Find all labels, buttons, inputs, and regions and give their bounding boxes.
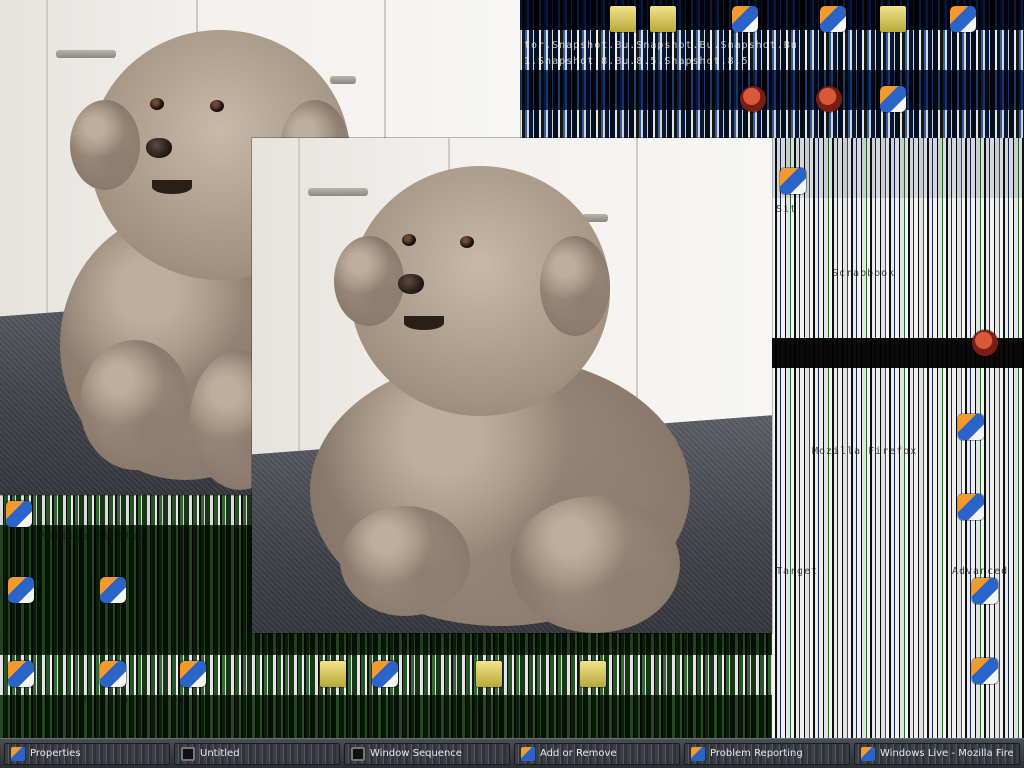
ruby-icon[interactable] [740,86,766,112]
desktop-file-icon[interactable] [320,661,346,687]
taskbar-button-label: Windows Live - Mozilla Firefox [880,748,1013,759]
firefox-icon[interactable] [8,577,34,603]
glitch-text: Scrapbook [832,268,896,279]
glitch-text: Target [776,566,819,577]
ruby-icon[interactable] [816,86,842,112]
taskbar-button-problem-reporting[interactable]: Problem Reporting [684,742,850,765]
desktop-file-icon[interactable] [580,661,606,687]
dog-photo [252,138,772,633]
taskbar-button-label: Untitled [200,748,240,759]
photo-window-front[interactable] [252,138,772,633]
taskbar-button-label: Window Sequence [370,748,462,759]
taskbar: Properties Untitled Window Sequence Add … [0,738,1024,768]
taskbar-button-label: Problem Reporting [710,748,803,759]
taskbar-button-untitled[interactable]: Untitled [174,742,340,765]
dog-figure [310,146,710,633]
firefox-icon[interactable] [100,577,126,603]
desktop-file-icon[interactable] [650,6,676,32]
desktop-file-icon[interactable] [610,6,636,32]
firefox-icon[interactable] [100,661,126,687]
desktop-file-icon[interactable] [880,6,906,32]
ruby-icon[interactable] [972,330,998,356]
taskbar-button-label: Add or Remove [540,748,617,759]
firefox-icon[interactable] [6,501,32,527]
glitch-text: Snapshot [450,695,507,706]
taskbar-button-properties[interactable]: Properties [4,742,170,765]
glitch-text: Mozilla Firefox [812,446,918,457]
folder-icon [11,746,25,761]
glitch-text: Sit [776,204,798,215]
glitched-window-region-right: Sit Scrapbook Mozilla Firefox Target Adv… [772,138,1024,738]
firefox-icon[interactable] [732,6,758,32]
taskbar-button-firefox[interactable]: Windows Live - Mozilla Firefox [854,742,1020,765]
gear-icon [521,746,535,761]
firefox-icon[interactable] [820,6,846,32]
warning-icon [691,746,705,761]
window-icon [351,746,365,761]
terminal-icon [181,746,195,761]
firefox-icon [861,746,875,761]
glitched-window-region-top: tor.Snapshot.Bu.Snapshot.Bu.Snapshot.Bu … [520,0,1024,138]
firefox-icon[interactable] [780,168,806,194]
glitch-text: tor.Snapshot.Bu.Snapshot.Bu.Snapshot.Bu [524,40,798,51]
firefox-icon[interactable] [958,414,984,440]
firefox-icon[interactable] [950,6,976,32]
glitch-text: Mozilla Firefox [40,531,146,542]
firefox-icon[interactable] [372,661,398,687]
taskbar-button-label: Properties [30,748,81,759]
firefox-icon[interactable] [972,658,998,684]
firefox-icon[interactable] [972,578,998,604]
glitch-text: Mozilla Firefox [80,695,186,706]
firefox-icon[interactable] [880,86,906,112]
firefox-icon[interactable] [8,661,34,687]
taskbar-button-window-sequence[interactable]: Window Sequence [344,742,510,765]
glitch-text: Advanced [952,566,1009,577]
firefox-icon[interactable] [180,661,206,687]
taskbar-button-add-remove[interactable]: Add or Remove [514,742,680,765]
desktop-file-icon[interactable] [476,661,502,687]
firefox-icon[interactable] [958,494,984,520]
glitch-text: 1.Snapshot.8.Bu.8.5.Snapshot.8.5 [524,56,749,67]
